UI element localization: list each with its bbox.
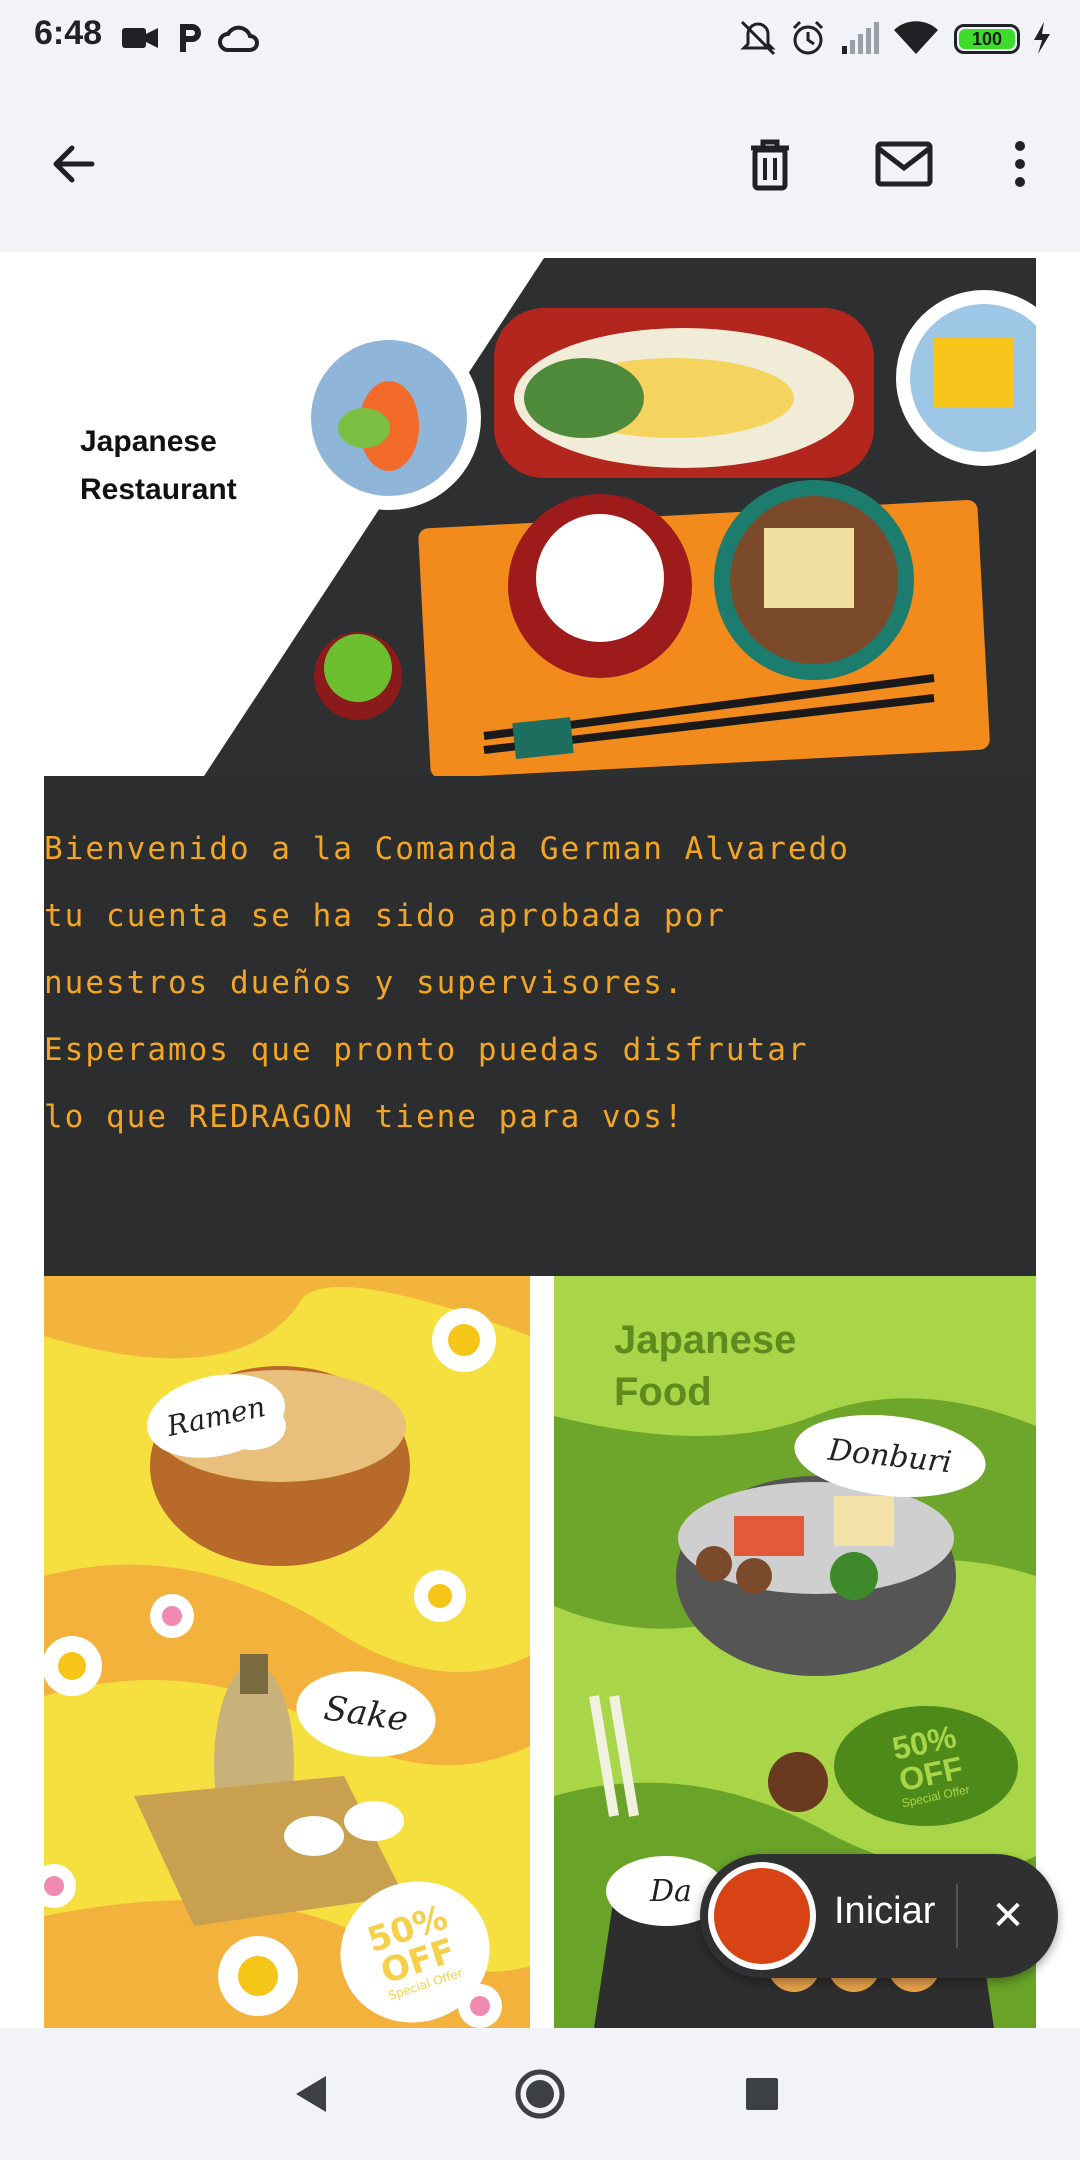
back-button[interactable]: [38, 128, 110, 200]
wifi-icon: [892, 18, 940, 63]
trash-icon: [751, 139, 789, 191]
bell-off-icon: [738, 18, 778, 63]
restaurant-banner-image: Japanese Restaurant: [44, 258, 1036, 776]
nav-home-button[interactable]: [508, 2062, 572, 2126]
screen-recorder-widget[interactable]: Iniciar ✕: [700, 1854, 1058, 1978]
japanese-food-heading: Japanese Food: [614, 1318, 797, 1414]
delete-button[interactable]: [734, 128, 806, 200]
square-recents-icon: [746, 2078, 778, 2110]
circle-home-icon: [515, 2069, 565, 2119]
back-arrow-icon: [53, 145, 95, 183]
status-time: 6:48: [34, 14, 103, 52]
mail-icon: [875, 141, 933, 187]
status-bar: 6:48 100: [0, 0, 1080, 76]
cloud-icon: [216, 18, 260, 63]
start-recording-button[interactable]: Iniciar: [834, 1890, 935, 1933]
system-navigation-bar: [0, 2028, 1080, 2160]
welcome-message: Bienvenido a la Comanda German Alvaredo …: [44, 831, 850, 1135]
alarm-icon: [788, 18, 828, 63]
close-recorder-button[interactable]: ✕: [976, 1884, 1040, 1948]
signal-icon: [838, 18, 882, 63]
battery-icon: 100: [954, 24, 1020, 54]
ramen-sake-poster: Ramen Sake 50% OFF Special Offer: [44, 1276, 530, 2028]
battery-level: 100: [959, 29, 1015, 49]
banner-title: Japanese Restaurant: [80, 425, 237, 506]
charging-icon: [1030, 18, 1054, 63]
record-button[interactable]: [708, 1862, 816, 1970]
recorder-divider: [956, 1884, 958, 1948]
welcome-block: Bienvenido a la Comanda German Alvaredo …: [44, 776, 1036, 1276]
more-vert-icon: [1015, 141, 1025, 187]
email-body[interactable]: Japanese Restaurant Bienvenido a la Coma…: [0, 252, 1080, 2028]
app-bar: [0, 76, 1080, 252]
parking-icon: [172, 18, 208, 63]
mark-unread-button[interactable]: [868, 128, 940, 200]
triangle-back-icon: [296, 2076, 326, 2112]
nav-recents-button[interactable]: [730, 2062, 794, 2126]
nav-back-button[interactable]: [280, 2062, 344, 2126]
close-icon: ✕: [991, 1894, 1025, 1938]
video-camera-icon: [120, 18, 160, 63]
more-options-button[interactable]: [984, 128, 1056, 200]
